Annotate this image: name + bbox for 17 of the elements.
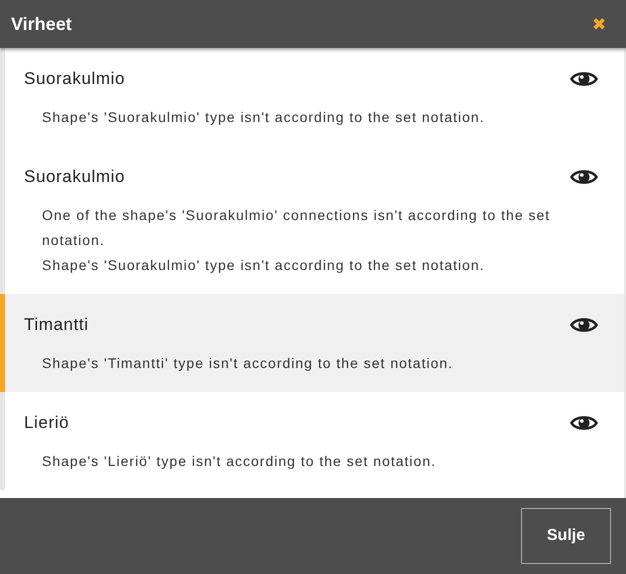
error-message: Shape's 'Suorakulmio' type isn't according to the set notation.: [41, 256, 486, 275]
error-message: Shape's 'Lieriö' type isn't according to the set notation.: [41, 452, 438, 471]
dialog-title: Virheet: [11, 14, 72, 34]
shape-name: Timantti: [24, 315, 89, 335]
shape-name: Lieriö: [24, 413, 70, 433]
error-item[interactable]: Timantti Shape's 'Timantti' type isn't according to the set notation.: [0, 294, 624, 392]
eye-icon[interactable]: [570, 167, 598, 187]
close-dialog-button[interactable]: Sulje: [521, 508, 611, 564]
close-button[interactable]: ✖: [592, 16, 606, 32]
error-message: One of the shape's 'Suorakulmio' connections isn't according to the set notation.: [41, 206, 552, 250]
eye-icon[interactable]: [570, 315, 598, 335]
eye-icon[interactable]: [570, 413, 598, 433]
error-message: Shape's 'Timantti' type isn't according to the set notation.: [41, 354, 454, 373]
error-message: Shape's 'Suorakulmio' type isn't according to the set notation.: [41, 108, 486, 127]
shape-name: Suorakulmio: [24, 69, 126, 89]
eye-icon[interactable]: [570, 69, 598, 89]
shape-name: Suorakulmio: [24, 167, 126, 187]
